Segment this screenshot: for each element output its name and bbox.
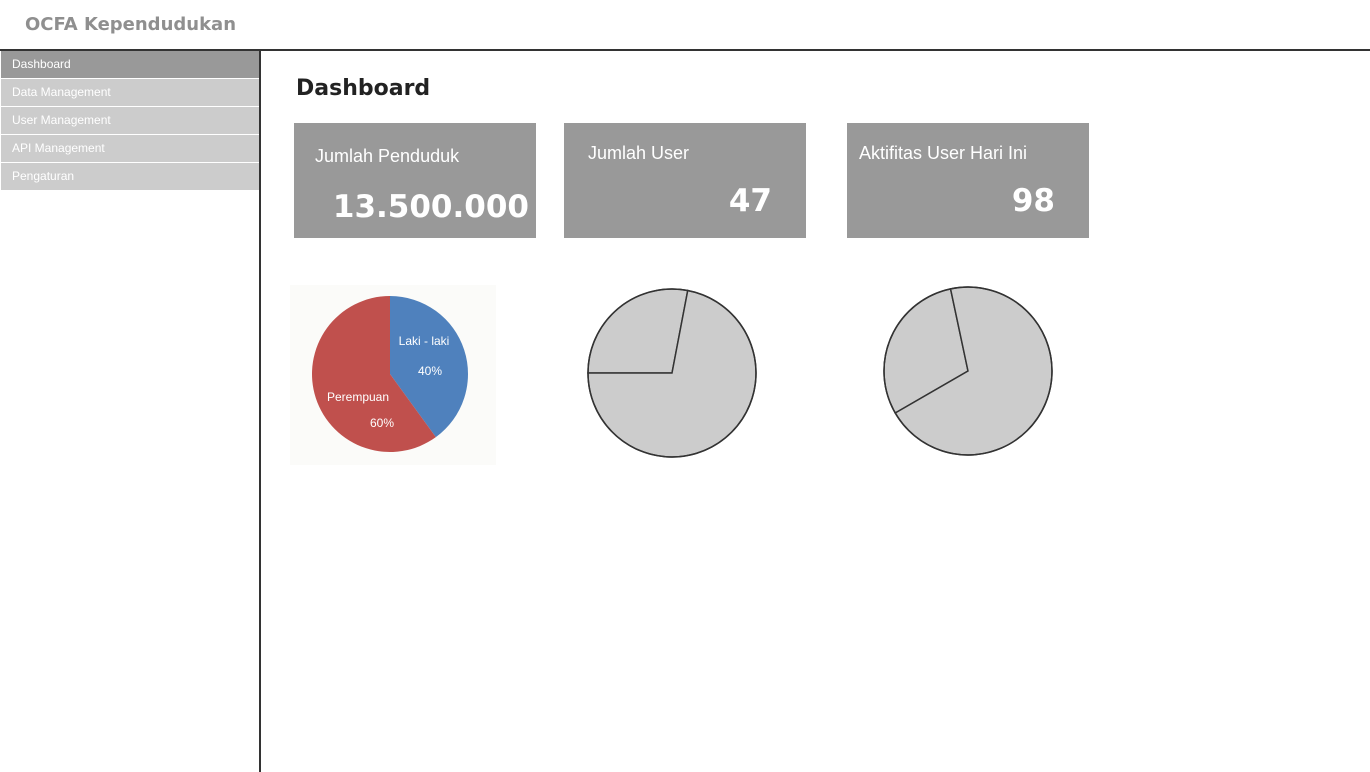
slice-label-female: Perempuan [327,390,389,404]
stat-card-jumlah-user: Jumlah User 47 [564,123,806,238]
sidebar-item-pengaturan[interactable]: Pengaturan [0,163,259,191]
stat-card-aktifitas-user: Aktifitas User Hari Ini 98 [847,123,1089,238]
sidebar-item-user-management[interactable]: User Management [0,107,259,135]
placeholder-pie-chart [883,286,1053,456]
sidebar-item-api-management[interactable]: API Management [0,135,259,163]
slice-value-female: 60% [370,416,394,430]
sidebar: Dashboard Data Management User Managemen… [0,51,259,772]
pie-slice [587,288,689,374]
stat-card-value: 47 [728,183,772,219]
page-title: Dashboard [296,76,431,101]
stat-card-label: Jumlah Penduduk [315,146,460,166]
placeholder-pie-chart [587,288,757,458]
stat-card-label: Jumlah User [588,143,690,163]
stat-card-jumlah-penduduk: Jumlah Penduduk 13.500.000 [294,123,536,238]
slice-value-male: 40% [418,364,442,378]
stat-card-value: 13.500.000 [332,189,529,225]
stat-card-value: 98 [1011,183,1055,219]
slice-label-male: Laki - laki [399,334,450,348]
sidebar-item-dashboard[interactable]: Dashboard [0,51,259,79]
sidebar-item-data-management[interactable]: Data Management [0,79,259,107]
app-title: OCFA Kependudukan [25,14,237,35]
stat-card-label: Aktifitas User Hari Ini [859,143,1028,163]
sidebar-divider [259,51,261,772]
gender-pie-chart: Laki - laki 40% Perempuan 60% [290,285,496,465]
